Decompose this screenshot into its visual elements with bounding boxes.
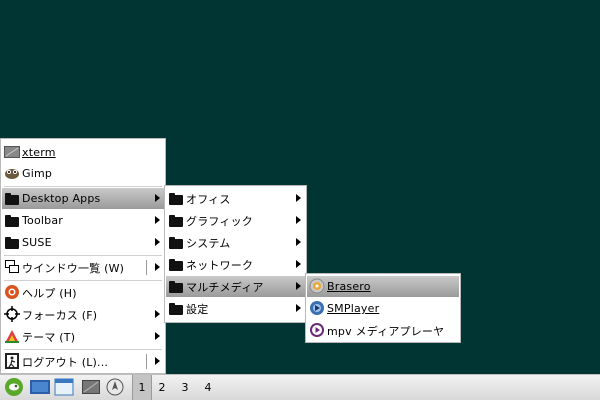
- menu-label: mpv メディアプレーヤ: [327, 324, 445, 338]
- menu-label: フォーカス (F): [22, 308, 98, 322]
- separator: [4, 349, 162, 350]
- submenu-arrow-icon: [155, 194, 160, 202]
- window-list-icon: [4, 259, 20, 275]
- app-item-smplayer[interactable]: SMPlayer: [307, 298, 459, 319]
- menu-label: ウインドウ一覧 (W): [22, 261, 125, 275]
- folder-icon: [168, 300, 184, 316]
- submenu-arrow-icon: [155, 310, 160, 318]
- terminal-launcher-button[interactable]: [80, 377, 102, 397]
- submenu-arrow-icon: [155, 216, 160, 224]
- menu-label: SUSE: [22, 236, 52, 249]
- terminal-icon: [4, 144, 20, 160]
- menu-label: ログアウト (L)...: [22, 355, 109, 369]
- menu-label: ヘルプ (H): [22, 286, 77, 300]
- submenu-item-network[interactable]: ネットワーク: [166, 254, 305, 275]
- menu-item-toolbar[interactable]: Toolbar: [2, 210, 164, 231]
- window-manager-button[interactable]: [53, 377, 75, 397]
- help-icon: [4, 284, 20, 300]
- menu-label: xterm: [22, 146, 56, 159]
- multimedia-submenu: Brasero SMPlayer mpv メディアプレーヤ: [305, 273, 461, 343]
- divider: [146, 354, 147, 369]
- submenu-item-system[interactable]: システム: [166, 232, 305, 253]
- submenu-arrow-icon: [155, 332, 160, 340]
- gimp-icon: [4, 165, 20, 181]
- folder-icon: [168, 234, 184, 250]
- window-icon: [54, 378, 74, 396]
- menu-label: Gimp: [22, 167, 53, 180]
- browser-launcher-button[interactable]: [104, 377, 126, 397]
- workspace-label: 3: [181, 381, 189, 394]
- suse-logo-icon: [5, 378, 23, 396]
- menu-item-suse[interactable]: SUSE: [2, 232, 164, 253]
- menu-label: テーマ (T): [22, 330, 76, 344]
- workspace-label: 4: [204, 381, 212, 394]
- menu-label: Brasero: [327, 280, 371, 293]
- terminal-icon: [82, 380, 100, 394]
- submenu-arrow-icon: [155, 357, 160, 365]
- submenu-item-settings[interactable]: 設定: [166, 298, 305, 319]
- separator: [4, 280, 162, 281]
- folder-icon: [4, 190, 20, 206]
- taskbar: 1 2 3 4: [0, 374, 600, 400]
- submenu-arrow-icon: [296, 260, 301, 268]
- folder-icon: [168, 212, 184, 228]
- menu-label: システム: [186, 236, 231, 250]
- app-item-mpv[interactable]: mpv メディアプレーヤ: [307, 320, 459, 341]
- submenu-arrow-icon: [155, 263, 160, 271]
- workspace-label: 2: [158, 381, 166, 394]
- smplayer-icon: [309, 300, 325, 316]
- submenu-arrow-icon: [296, 304, 301, 312]
- mpv-icon: [309, 322, 325, 338]
- menu-item-gimp[interactable]: Gimp: [2, 163, 164, 184]
- submenu-arrow-icon: [296, 282, 301, 290]
- divider: [146, 260, 147, 275]
- show-desktop-button[interactable]: [29, 377, 51, 397]
- folder-icon: [4, 234, 20, 250]
- menu-label: SMPlayer: [327, 302, 380, 315]
- separator: [4, 186, 162, 187]
- workspace-label: 1: [138, 381, 146, 394]
- workspace-1[interactable]: 1: [132, 375, 152, 400]
- folder-icon: [168, 256, 184, 272]
- submenu-arrow-icon: [296, 194, 301, 202]
- menu-item-desktop-apps[interactable]: Desktop Apps: [2, 188, 164, 209]
- browser-icon: [106, 378, 124, 396]
- workspace-4[interactable]: 4: [199, 375, 217, 400]
- menu-item-logout[interactable]: ログアウト (L)...: [2, 351, 164, 372]
- focus-icon: [4, 306, 20, 322]
- theme-icon: [4, 328, 20, 344]
- submenu-arrow-icon: [296, 216, 301, 224]
- desktop-apps-submenu: オフィス グラフィック システム ネットワーク マルチメディア 設定: [164, 185, 307, 323]
- menu-label: 設定: [186, 302, 209, 316]
- root-menu: xterm Gimp Desktop Apps Toolbar SUSE ウイン…: [0, 138, 166, 374]
- desktop-icon: [30, 380, 50, 394]
- menu-item-help[interactable]: ヘルプ (H): [2, 282, 164, 303]
- menu-item-window-list[interactable]: ウインドウ一覧 (W): [2, 257, 164, 278]
- start-menu-button[interactable]: [3, 377, 25, 397]
- separator: [4, 255, 162, 256]
- menu-label: ネットワーク: [186, 258, 254, 272]
- menu-item-focus[interactable]: フォーカス (F): [2, 304, 164, 325]
- logout-icon: [4, 353, 20, 369]
- menu-label: グラフィック: [186, 214, 253, 228]
- menu-label: マルチメディア: [186, 280, 264, 294]
- submenu-item-graphics[interactable]: グラフィック: [166, 210, 305, 231]
- menu-label: オフィス: [186, 192, 231, 206]
- folder-icon: [168, 190, 184, 206]
- folder-icon: [4, 212, 20, 228]
- menu-item-xterm[interactable]: xterm: [2, 142, 164, 163]
- submenu-arrow-icon: [296, 238, 301, 246]
- app-item-brasero[interactable]: Brasero: [307, 276, 459, 297]
- menu-label: Toolbar: [22, 214, 64, 227]
- submenu-item-multimedia[interactable]: マルチメディア: [166, 276, 305, 297]
- brasero-icon: [309, 278, 325, 294]
- workspace-3[interactable]: 3: [176, 375, 194, 400]
- workspace-2[interactable]: 2: [153, 375, 171, 400]
- submenu-item-office[interactable]: オフィス: [166, 188, 305, 209]
- folder-icon: [168, 278, 184, 294]
- menu-label: Desktop Apps: [22, 192, 101, 205]
- menu-item-theme[interactable]: テーマ (T): [2, 326, 164, 347]
- submenu-arrow-icon: [155, 238, 160, 246]
